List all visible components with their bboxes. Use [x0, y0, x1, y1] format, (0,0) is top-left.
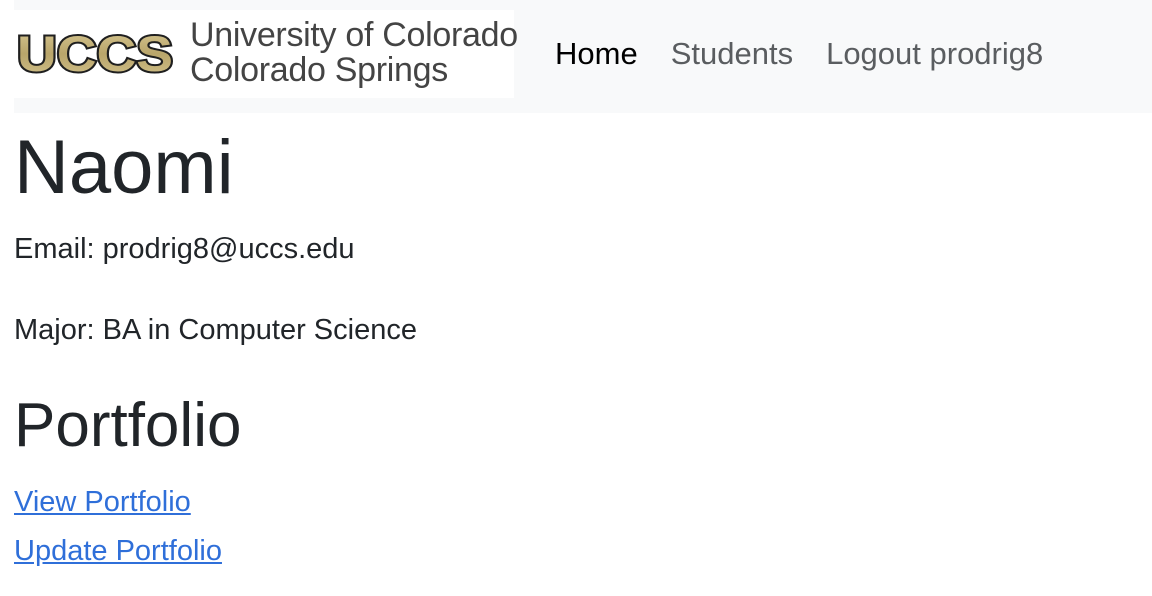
brand-line-2: Colorado Springs	[190, 51, 448, 89]
nav-link-home[interactable]: Home	[555, 34, 638, 74]
uccs-logo-icon: UCCS	[15, 30, 175, 78]
student-email: Email: prodrig8@uccs.edu	[14, 233, 355, 265]
top-navbar: UCCS University of Colorado Colorado Spr…	[14, 0, 1152, 113]
student-name: Naomi	[14, 125, 234, 210]
nav-link-students[interactable]: Students	[671, 34, 793, 74]
brand-line-1: University of Colorado	[190, 16, 518, 54]
nav-links: Home Students Logout prodrig8	[555, 34, 1076, 74]
update-portfolio-link[interactable]: Update Portfolio	[14, 533, 222, 569]
brand-home-link[interactable]: UCCS University of Colorado Colorado Spr…	[14, 10, 518, 98]
brand-text: University of Colorado Colorado Springs	[190, 18, 518, 88]
logo-lettering: UCCS	[17, 30, 173, 78]
nav-link-logout[interactable]: Logout prodrig8	[826, 34, 1043, 74]
view-portfolio-link[interactable]: View Portfolio	[14, 484, 191, 520]
student-major: Major: BA in Computer Science	[14, 314, 417, 346]
portfolio-heading: Portfolio	[14, 391, 242, 460]
